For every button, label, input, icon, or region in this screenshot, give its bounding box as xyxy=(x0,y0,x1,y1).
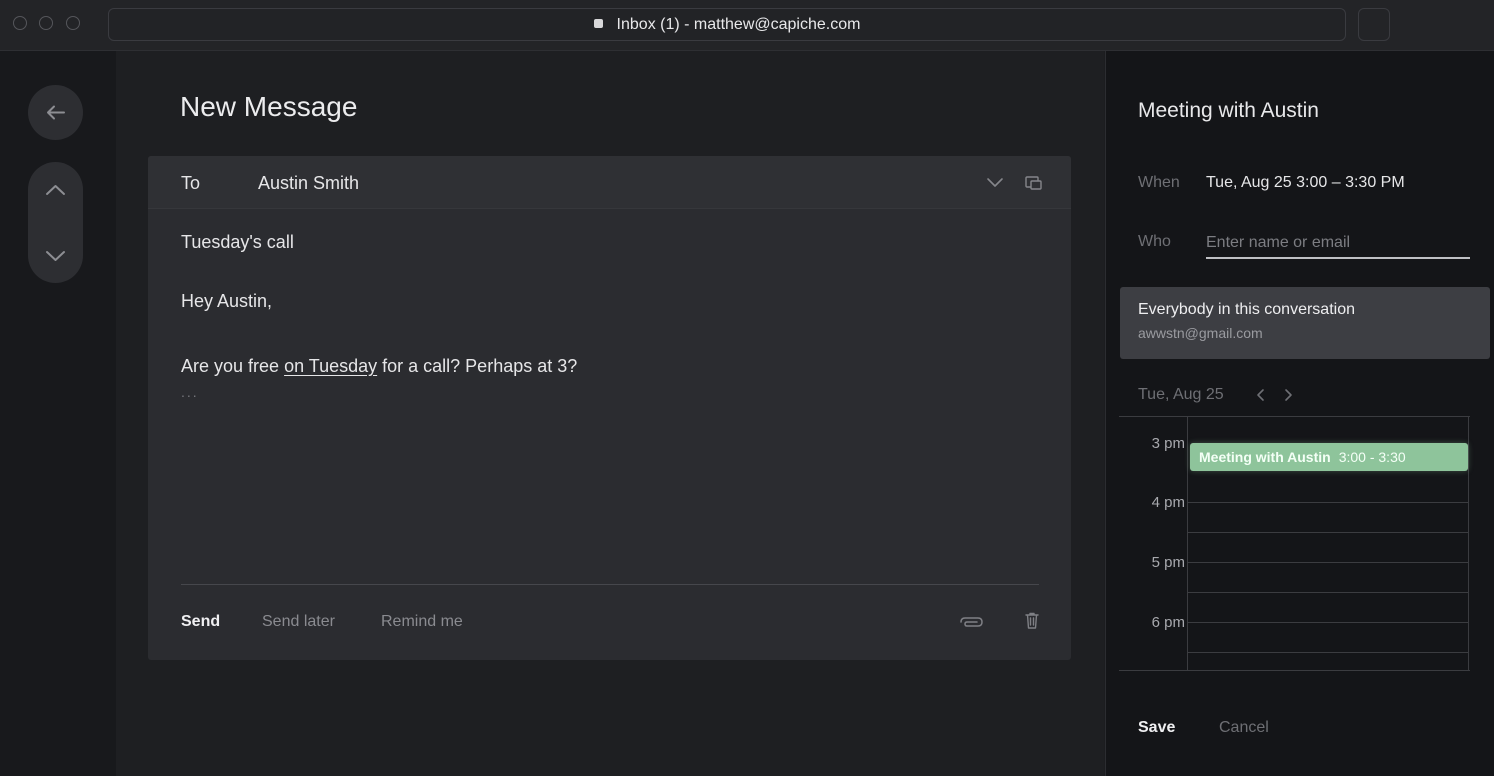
window-titlebar: Inbox (1) - matthew@capiche.com xyxy=(0,0,1494,51)
attendee-suggestion[interactable]: Everybody in this conversation awwstn@gm… xyxy=(1120,287,1490,359)
grid-line xyxy=(1188,652,1468,653)
hour-label: 5 pm xyxy=(1151,554,1185,571)
save-button[interactable]: Save xyxy=(1138,719,1175,737)
when-value[interactable]: Tue, Aug 25 3:00 – 3:30 PM xyxy=(1206,174,1405,192)
body-greeting[interactable]: Hey Austin, xyxy=(181,291,272,312)
who-label: Who xyxy=(1138,233,1171,250)
event-time: 3:00 - 3:30 xyxy=(1338,449,1406,465)
body-text[interactable]: Are you free on Tuesday for a call? Perh… xyxy=(181,356,577,377)
send-later-button[interactable]: Send later xyxy=(262,613,335,631)
footer-divider xyxy=(181,584,1039,585)
send-button[interactable]: Send xyxy=(181,613,220,631)
suggestion-email: awwstn@gmail.com xyxy=(1138,325,1263,341)
grid-line xyxy=(1188,562,1468,563)
minimize-window-button[interactable] xyxy=(39,16,53,30)
to-label: To xyxy=(181,173,201,193)
to-field[interactable]: Austin Smith xyxy=(258,173,359,194)
hour-label: 6 pm xyxy=(1151,614,1185,631)
who-input[interactable] xyxy=(1206,229,1470,259)
maximize-window-button[interactable] xyxy=(66,16,80,30)
popout-icon[interactable] xyxy=(1024,174,1044,192)
close-window-button[interactable] xyxy=(13,16,27,30)
address-bar[interactable]: Inbox (1) - matthew@capiche.com xyxy=(108,8,1346,41)
recipient-row: To Austin Smith xyxy=(148,156,1071,209)
event-title[interactable]: Meeting with Austin xyxy=(1138,99,1319,123)
window-title: Inbox (1) - matthew@capiche.com xyxy=(616,16,861,33)
grid-line xyxy=(1188,592,1468,593)
grid-line xyxy=(1188,502,1468,503)
body-text-start: Are you free xyxy=(181,356,285,376)
hour-label: 3 pm xyxy=(1151,435,1185,452)
back-button[interactable] xyxy=(28,85,83,140)
left-rail xyxy=(0,51,116,776)
body-text-end: for a call? Perhaps at 3? xyxy=(377,356,578,376)
subject-field[interactable]: Tuesday's call xyxy=(181,232,294,253)
cancel-button[interactable]: Cancel xyxy=(1219,719,1269,737)
chevron-left-icon[interactable] xyxy=(1254,387,1268,403)
compose-area: New Message To Austin Smith Tuesday's ca… xyxy=(116,51,1104,776)
tab-button[interactable] xyxy=(1358,8,1390,41)
event-name: Meeting with Austin xyxy=(1199,449,1331,465)
quoted-text-toggle[interactable]: ... xyxy=(181,384,199,400)
compose-card: To Austin Smith Tuesday's call Hey Austi… xyxy=(148,156,1071,660)
back-arrow-icon xyxy=(47,105,65,120)
event-panel: Meeting with Austin When Tue, Aug 25 3:0… xyxy=(1105,51,1494,776)
chevron-down-icon[interactable] xyxy=(28,236,83,276)
suggestion-name: Everybody in this conversation xyxy=(1138,301,1355,318)
chevron-up-icon[interactable] xyxy=(28,170,83,210)
calendar-event[interactable]: Meeting with Austin 3:00 - 3:30 xyxy=(1190,443,1468,471)
date-link[interactable]: on Tuesday xyxy=(284,356,377,376)
hour-label: 4 pm xyxy=(1151,494,1185,511)
calendar-date: Tue, Aug 25 xyxy=(1138,386,1224,403)
trash-icon[interactable] xyxy=(1023,611,1041,631)
when-label: When xyxy=(1138,174,1180,191)
message-navigation xyxy=(28,162,83,283)
lock-icon xyxy=(593,19,603,28)
expand-recipients-icon[interactable] xyxy=(985,176,1005,190)
grid-line xyxy=(1188,622,1468,623)
remind-me-button[interactable]: Remind me xyxy=(381,613,463,631)
attachment-icon[interactable] xyxy=(957,614,985,630)
page-title: New Message xyxy=(180,91,358,122)
grid-line xyxy=(1188,532,1468,533)
chevron-right-icon[interactable] xyxy=(1281,387,1295,403)
calendar-bottom-border xyxy=(1119,670,1470,671)
